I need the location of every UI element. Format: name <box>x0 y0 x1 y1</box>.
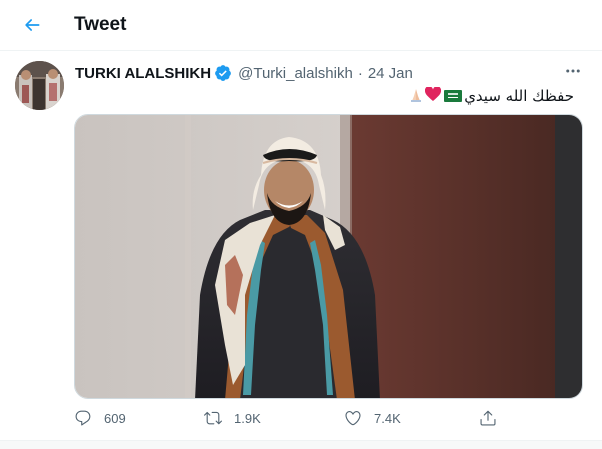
retweet-icon <box>204 411 222 425</box>
tweet-header: Tweet <box>0 0 602 51</box>
tweet-meta: TURKI ALALSHIKH @Turki_alalshikh · 24 Ja… <box>75 63 413 83</box>
like-button[interactable]: 7.4K <box>344 407 401 429</box>
author-handle[interactable]: @Turki_alalshikh <box>238 65 353 82</box>
separator-dot: · <box>357 64 363 82</box>
folded-hands-icon <box>408 87 424 105</box>
divider <box>0 440 602 449</box>
like-count: 7.4K <box>374 410 401 426</box>
page-title: Tweet <box>74 14 127 35</box>
tweet-actions: 609 1.9K 7.4K <box>74 407 504 431</box>
author-name[interactable]: TURKI ALALSHIKH <box>75 65 211 82</box>
share-button[interactable] <box>479 407 497 429</box>
arrow-left-icon <box>25 19 40 31</box>
tweet-photo <box>75 115 582 398</box>
avatar[interactable] <box>15 61 64 110</box>
heart-icon <box>345 411 361 426</box>
retweet-button[interactable]: 1.9K <box>204 407 261 429</box>
tweet-date[interactable]: 24 Jan <box>368 65 413 82</box>
tweet-text: حفظك الله سيدي <box>406 85 574 107</box>
reply-button[interactable]: 609 <box>74 407 126 429</box>
more-options-button[interactable] <box>561 61 585 81</box>
tweet: TURKI ALALSHIKH @Turki_alalshikh · 24 Ja… <box>0 51 602 443</box>
retweet-count: 1.9K <box>234 410 261 426</box>
avatar-image <box>15 61 64 110</box>
back-button[interactable] <box>17 10 47 40</box>
share-icon <box>480 410 496 426</box>
verified-badge-icon <box>214 64 232 82</box>
reply-icon <box>75 410 91 426</box>
red-heart-icon <box>425 86 442 105</box>
more-horizontal-icon <box>566 69 580 73</box>
tweet-body-text: حفظك الله سيدي <box>464 87 574 105</box>
saudi-flag-icon <box>444 90 463 102</box>
tweet-media-photo[interactable] <box>74 114 583 399</box>
reply-count: 609 <box>104 410 126 426</box>
